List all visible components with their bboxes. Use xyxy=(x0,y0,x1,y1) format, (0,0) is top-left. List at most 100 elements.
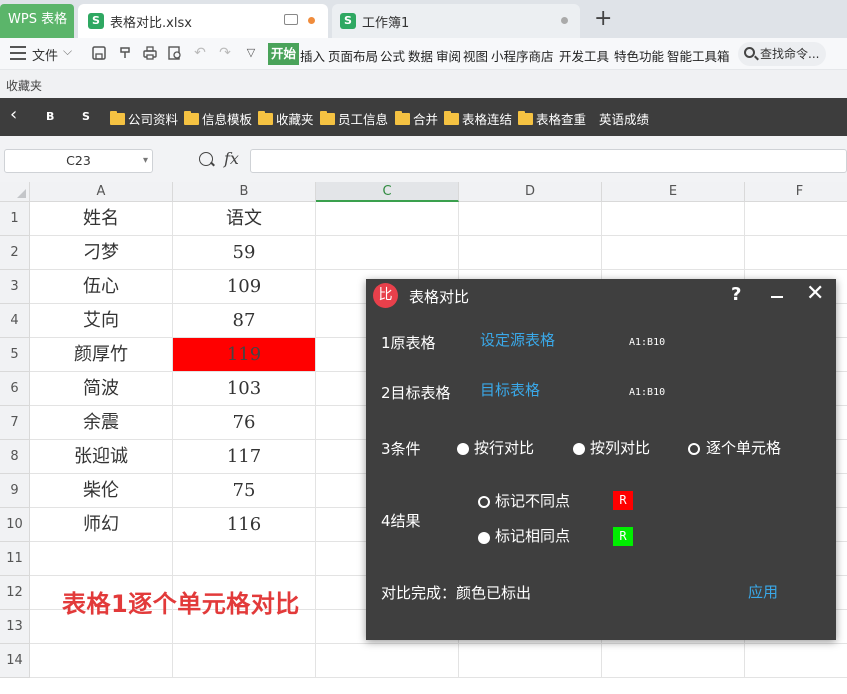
close-button[interactable]: ✕ xyxy=(806,281,824,307)
row-header[interactable]: 5 xyxy=(0,338,30,372)
row-header[interactable]: 11 xyxy=(0,542,30,576)
cell-e1[interactable] xyxy=(602,202,745,236)
command-search[interactable]: 查找命令... xyxy=(738,42,826,66)
function-icon[interactable]: fx xyxy=(224,149,239,168)
radio-by-column[interactable] xyxy=(573,443,585,455)
menu-page-layout[interactable]: 页面布局 xyxy=(328,46,378,65)
cell-f14[interactable] xyxy=(745,644,847,678)
undo-icon[interactable]: ↶ xyxy=(192,45,208,61)
column-header-f[interactable]: F xyxy=(745,182,847,202)
condition-by-cell[interactable]: 逐个单元格 xyxy=(706,437,781,458)
column-header-b[interactable]: B xyxy=(173,182,316,202)
radio-by-cell[interactable] xyxy=(688,443,700,455)
help-button[interactable]: ? xyxy=(731,284,741,305)
favorites-label[interactable]: 收藏夹 xyxy=(6,77,42,94)
mark-same-label[interactable]: 标记相同点 xyxy=(495,525,570,546)
cell-a8[interactable]: 张迎诚 xyxy=(30,440,173,474)
bookmark-folder[interactable]: 合并 xyxy=(395,109,438,128)
menu-data[interactable]: 数据 xyxy=(408,46,433,65)
set-target-link[interactable]: 目标表格 xyxy=(480,379,540,400)
cell-b7[interactable]: 76 xyxy=(173,406,316,440)
name-box[interactable]: C23 ▾ xyxy=(4,149,153,173)
cell-c14[interactable] xyxy=(316,644,459,678)
cell-a4[interactable]: 艾向 xyxy=(30,304,173,338)
cell-e14[interactable] xyxy=(602,644,745,678)
row-header[interactable]: 1 xyxy=(0,202,30,236)
diff-color-swatch[interactable]: R xyxy=(613,491,633,510)
back-chevron-icon[interactable]: ‹ xyxy=(10,104,17,125)
menu-smart-tools[interactable]: 智能工具箱 xyxy=(667,46,730,65)
cell-b8[interactable]: 117 xyxy=(173,440,316,474)
bookmark-b[interactable]: B xyxy=(46,110,54,123)
column-header-d[interactable]: D xyxy=(459,182,602,202)
cell-b5[interactable]: 119 xyxy=(173,338,316,372)
bookmark-folder[interactable]: 公司资料 xyxy=(110,109,178,128)
formula-input[interactable] xyxy=(250,149,847,173)
bookmark-folder[interactable]: 收藏夹 xyxy=(258,109,314,128)
column-header-a[interactable]: A xyxy=(30,182,173,202)
hamburger-icon[interactable] xyxy=(10,46,26,60)
cell-b3[interactable]: 109 xyxy=(173,270,316,304)
cell-a6[interactable]: 简波 xyxy=(30,372,173,406)
menu-formulas[interactable]: 公式 xyxy=(380,46,405,65)
row-header[interactable]: 6 xyxy=(0,372,30,406)
row-header[interactable]: 8 xyxy=(0,440,30,474)
cell-a1[interactable]: 姓名 xyxy=(30,202,173,236)
cell-b11[interactable] xyxy=(173,542,316,576)
menu-app-store[interactable]: 小程序商店 xyxy=(491,46,554,65)
cell-b9[interactable]: 75 xyxy=(173,474,316,508)
menu-special[interactable]: 特色功能 xyxy=(614,46,664,65)
cell-a2[interactable]: 刁梦 xyxy=(30,236,173,270)
tab-wps-home[interactable]: WPS 表格 xyxy=(0,4,74,38)
menu-review[interactable]: 审阅 xyxy=(436,46,461,65)
zoom-icon[interactable] xyxy=(199,152,213,166)
cell-c1[interactable] xyxy=(316,202,459,236)
row-header[interactable]: 9 xyxy=(0,474,30,508)
cell-b2[interactable]: 59 xyxy=(173,236,316,270)
menu-start[interactable]: 开始 xyxy=(268,43,300,65)
cell-d1[interactable] xyxy=(459,202,602,236)
bookmark-folder[interactable]: 表格连结 xyxy=(444,109,512,128)
cell-a7[interactable]: 余震 xyxy=(30,406,173,440)
mark-diff-label[interactable]: 标记不同点 xyxy=(495,490,570,511)
cell-a11[interactable] xyxy=(30,542,173,576)
cell-b14[interactable] xyxy=(173,644,316,678)
bookmark-folder[interactable]: 信息模板 xyxy=(184,109,252,128)
row-header[interactable]: 3 xyxy=(0,270,30,304)
row-header[interactable]: 14 xyxy=(0,644,30,678)
redo-icon[interactable]: ↷ xyxy=(217,45,233,61)
row-header[interactable]: 13 xyxy=(0,610,30,644)
row-header[interactable]: 4 xyxy=(0,304,30,338)
minimize-icon[interactable] xyxy=(771,296,783,298)
monitor-icon[interactable] xyxy=(284,14,298,25)
bookmark-s[interactable]: S xyxy=(82,110,90,123)
cell-b4[interactable]: 87 xyxy=(173,304,316,338)
cell-e2[interactable] xyxy=(602,236,745,270)
dialog-title-bar[interactable]: 比 表格对比 ? ✕ xyxy=(366,279,836,313)
cell-a5[interactable]: 颜厚竹 xyxy=(30,338,173,372)
radio-by-row[interactable] xyxy=(457,443,469,455)
cell-a10[interactable]: 师幻 xyxy=(30,508,173,542)
cell-a3[interactable]: 伍心 xyxy=(30,270,173,304)
condition-by-column[interactable]: 按列对比 xyxy=(590,437,650,458)
cell-b10[interactable]: 116 xyxy=(173,508,316,542)
cell-b1[interactable]: 语文 xyxy=(173,202,316,236)
apply-button[interactable]: 应用 xyxy=(748,581,778,602)
format-painter-icon[interactable] xyxy=(117,45,133,61)
cell-a9[interactable]: 柴伦 xyxy=(30,474,173,508)
print-icon[interactable] xyxy=(142,45,158,61)
select-all-corner[interactable] xyxy=(0,182,30,202)
close-tab-icon[interactable] xyxy=(561,17,568,24)
unsaved-dot-icon[interactable] xyxy=(308,17,315,24)
bookmark-folder[interactable]: 表格查重 xyxy=(518,109,586,128)
bookmark-folder[interactable]: 员工信息 xyxy=(320,109,388,128)
radio-mark-diff[interactable] xyxy=(478,496,490,508)
row-header[interactable]: 7 xyxy=(0,406,30,440)
column-header-c[interactable]: C xyxy=(316,182,459,202)
menu-insert[interactable]: 插入 xyxy=(300,46,325,65)
cell-f1[interactable] xyxy=(745,202,847,236)
row-header[interactable]: 10 xyxy=(0,508,30,542)
radio-mark-same[interactable] xyxy=(478,532,490,544)
cell-d2[interactable] xyxy=(459,236,602,270)
cell-a14[interactable] xyxy=(30,644,173,678)
